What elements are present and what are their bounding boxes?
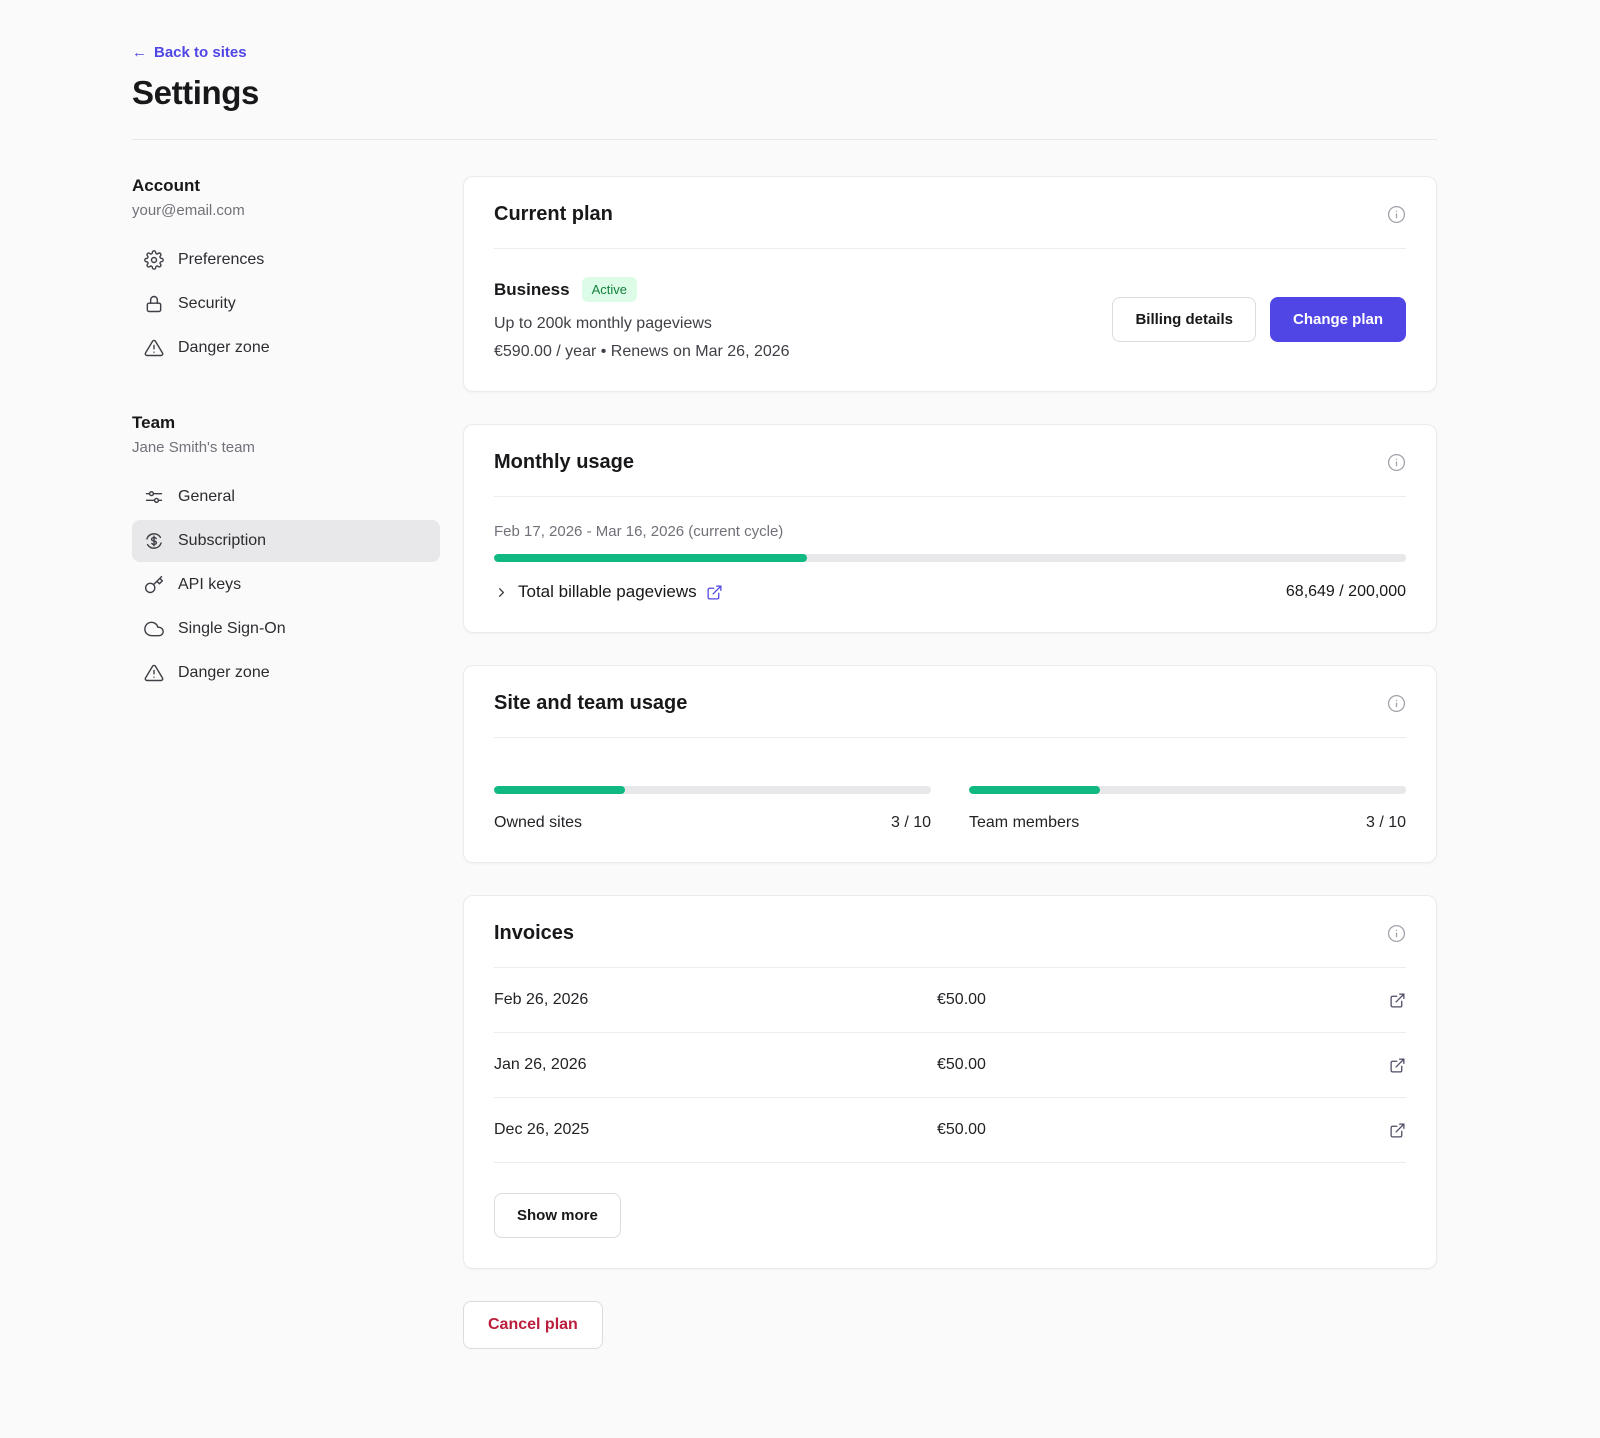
back-to-sites-label: Back to sites: [154, 44, 247, 61]
sidebar-item-preferences[interactable]: Preferences: [132, 239, 440, 281]
external-link-icon[interactable]: [1389, 1057, 1406, 1074]
pageviews-progress-bar: [494, 554, 1406, 562]
invoice-date: Feb 26, 2026: [494, 991, 937, 1009]
sidebar-item-security[interactable]: Security: [132, 283, 440, 325]
billable-pageviews-toggle[interactable]: Total billable pageviews: [494, 582, 723, 602]
plan-price-line: €590.00 / year • Renews on Mar 26, 2026: [494, 343, 790, 361]
site-team-usage-title: Site and team usage: [494, 692, 687, 715]
monthly-usage-card: Monthly usage Feb 17, 2026 - Mar 16, 202…: [463, 424, 1437, 633]
invoice-amount: €50.00: [937, 1056, 1380, 1074]
settings-page: ← Back to sites Settings Account your@em…: [0, 0, 1600, 1438]
invoice-date: Jan 26, 2026: [494, 1056, 937, 1074]
alert-triangle-icon: [144, 338, 164, 358]
billable-pageviews-label: Total billable pageviews: [518, 582, 697, 602]
arrow-left-icon: ←: [132, 44, 147, 61]
settings-main: Current plan Business Active Up to 200k …: [463, 176, 1437, 1349]
lock-icon: [144, 294, 164, 314]
divider: [494, 248, 1406, 249]
sidebar-item-account-danger-zone[interactable]: Danger zone: [132, 327, 440, 369]
back-to-sites-link[interactable]: ← Back to sites: [132, 44, 247, 61]
account-email: your@email.com: [132, 202, 440, 219]
pageviews-progress-fill: [494, 554, 807, 562]
owned-sites-label: Owned sites: [494, 814, 582, 832]
owned-sites-meter: Owned sites 3 / 10: [494, 772, 931, 832]
sidebar-item-label: General: [178, 488, 235, 506]
sidebar-item-general[interactable]: General: [132, 476, 440, 518]
page-title: Settings: [132, 74, 1437, 112]
billing-details-button[interactable]: Billing details: [1112, 297, 1256, 342]
header-divider: [132, 139, 1437, 140]
invoice-row: Feb 26, 2026 €50.00: [494, 968, 1406, 1033]
sidebar-item-label: API keys: [178, 576, 241, 594]
sliders-icon: [144, 487, 164, 507]
sidebar-group-team: Team Jane Smith's team General Subscript…: [132, 413, 440, 694]
info-icon[interactable]: [1387, 453, 1406, 472]
sidebar-item-single-sign-on[interactable]: Single Sign-On: [132, 608, 440, 650]
team-members-progress-fill: [969, 786, 1100, 794]
team-members-progress-bar: [969, 786, 1406, 794]
account-heading: Account: [132, 176, 440, 196]
divider: [494, 737, 1406, 738]
invoice-row: Dec 26, 2025 €50.00: [494, 1098, 1406, 1163]
invoice-date: Dec 26, 2025: [494, 1121, 937, 1139]
pageviews-usage-value: 68,649 / 200,000: [1286, 583, 1406, 601]
cancel-plan-section: Cancel plan: [463, 1301, 1437, 1349]
team-name: Jane Smith's team: [132, 439, 440, 456]
sidebar-item-label: Security: [178, 295, 236, 313]
change-plan-button[interactable]: Change plan: [1270, 297, 1406, 342]
external-link-icon[interactable]: [1389, 992, 1406, 1009]
invoice-row: Jan 26, 2026 €50.00: [494, 1033, 1406, 1098]
owned-sites-progress-bar: [494, 786, 931, 794]
sidebar-group-account: Account your@email.com Preferences Secur…: [132, 176, 440, 369]
status-badge: Active: [582, 277, 637, 302]
sidebar-item-team-danger-zone[interactable]: Danger zone: [132, 652, 440, 694]
sidebar-item-subscription[interactable]: Subscription: [132, 520, 440, 562]
external-link-icon[interactable]: [1389, 1122, 1406, 1139]
sidebar-item-label: Single Sign-On: [178, 620, 286, 638]
show-more-button[interactable]: Show more: [494, 1193, 621, 1238]
info-icon[interactable]: [1387, 205, 1406, 224]
sidebar-item-label: Danger zone: [178, 339, 270, 357]
gear-icon: [144, 250, 164, 270]
site-team-usage-card: Site and team usage Owned sites 3 / 10: [463, 665, 1437, 863]
divider: [494, 496, 1406, 497]
team-members-value: 3 / 10: [1366, 814, 1406, 832]
alert-triangle-icon: [144, 663, 164, 683]
settings-sidebar: Account your@email.com Preferences Secur…: [132, 176, 440, 694]
invoices-title: Invoices: [494, 922, 574, 945]
current-plan-card: Current plan Business Active Up to 200k …: [463, 176, 1437, 392]
plan-info: Business Active Up to 200k monthly pagev…: [494, 277, 790, 361]
info-icon[interactable]: [1387, 694, 1406, 713]
owned-sites-value: 3 / 10: [891, 814, 931, 832]
chevron-right-icon: [494, 585, 509, 600]
owned-sites-progress-fill: [494, 786, 625, 794]
billing-cycle-label: Feb 17, 2026 - Mar 16, 2026 (current cyc…: [494, 523, 1406, 540]
sidebar-item-label: Danger zone: [178, 664, 270, 682]
cancel-plan-button[interactable]: Cancel plan: [463, 1301, 603, 1349]
current-plan-title: Current plan: [494, 203, 613, 226]
sidebar-item-label: Subscription: [178, 532, 266, 550]
invoices-card: Invoices Feb 26, 2026 €50.00 Jan 26, 202…: [463, 895, 1437, 1269]
cloud-icon: [144, 619, 164, 639]
info-icon[interactable]: [1387, 924, 1406, 943]
team-members-meter: Team members 3 / 10: [969, 772, 1406, 832]
monthly-usage-title: Monthly usage: [494, 451, 634, 474]
team-nav: General Subscription API keys Single Sig…: [132, 476, 440, 694]
dollar-refresh-icon: [144, 531, 164, 551]
sidebar-item-api-keys[interactable]: API keys: [132, 564, 440, 606]
content-layout: Account your@email.com Preferences Secur…: [132, 176, 1437, 1349]
key-icon: [144, 575, 164, 595]
plan-name: Business: [494, 280, 570, 300]
invoice-amount: €50.00: [937, 991, 1380, 1009]
team-members-label: Team members: [969, 814, 1079, 832]
plan-description: Up to 200k monthly pageviews: [494, 315, 790, 333]
external-link-icon[interactable]: [706, 584, 723, 601]
sidebar-item-label: Preferences: [178, 251, 264, 269]
account-nav: Preferences Security Danger zone: [132, 239, 440, 369]
invoice-amount: €50.00: [937, 1121, 1380, 1139]
team-heading: Team: [132, 413, 440, 433]
